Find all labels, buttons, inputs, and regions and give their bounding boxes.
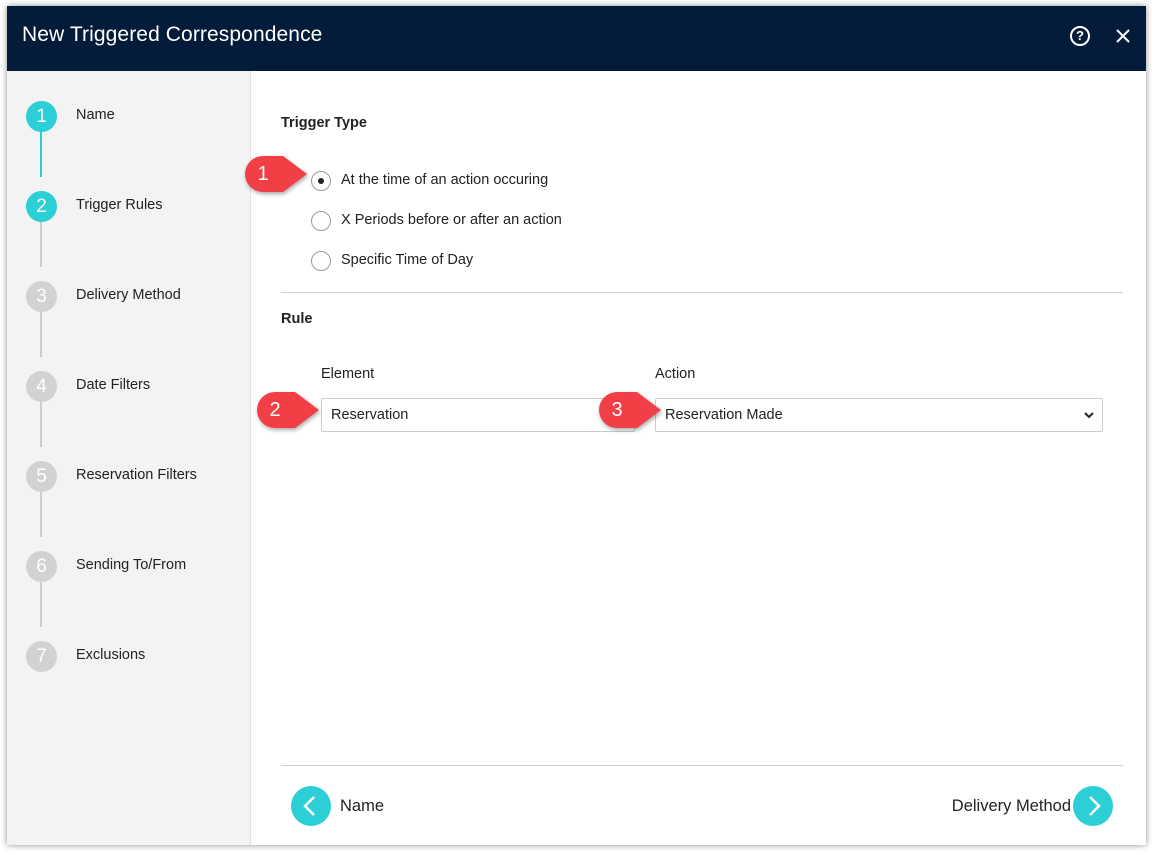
step-label: Sending To/From	[76, 557, 187, 573]
step-sending-to-from[interactable]: 6 Sending To/From	[26, 551, 246, 583]
step-number-badge: 5	[26, 461, 57, 492]
dialog-header: New Triggered Correspondence ?	[7, 6, 1146, 71]
wizard-steps-sidebar: 1 Name 2 Trigger Rules 3 Delivery Method…	[7, 71, 251, 845]
action-select-value: Reservation Made	[665, 407, 783, 423]
footer-divider	[281, 765, 1123, 766]
step-trigger-rules[interactable]: 2 Trigger Rules	[26, 191, 246, 223]
element-label: Element	[321, 366, 375, 382]
callout-number: 2	[269, 399, 281, 421]
new-triggered-correspondence-dialog: New Triggered Correspondence ? 1 Name 2 …	[7, 6, 1146, 845]
step-label: Exclusions	[76, 647, 146, 663]
radio-button[interactable]	[311, 171, 331, 191]
close-icon[interactable]	[1115, 28, 1131, 44]
callout-number: 1	[257, 163, 269, 185]
rule-heading: Rule	[281, 311, 313, 327]
step-date-filters[interactable]: 4 Date Filters	[26, 371, 246, 403]
trigger-type-heading: Trigger Type	[281, 115, 367, 131]
step-number-badge: 2	[26, 191, 57, 222]
step-label: Date Filters	[76, 377, 151, 393]
step-number-badge: 4	[26, 371, 57, 402]
step-number-badge: 3	[26, 281, 57, 312]
chevron-right-icon	[1089, 796, 1101, 816]
step-label: Reservation Filters	[76, 467, 197, 483]
radio-button[interactable]	[311, 211, 331, 231]
radio-label: At the time of an action occuring	[341, 172, 549, 188]
chevron-down-icon	[1084, 412, 1094, 419]
step-number-badge: 7	[26, 641, 57, 672]
callout-marker: 1	[243, 154, 309, 194]
radio-button[interactable]	[311, 251, 331, 271]
back-button-label[interactable]: Name	[340, 797, 384, 816]
help-circle-icon[interactable]: ?	[1070, 26, 1090, 46]
callout-number: 3	[611, 399, 623, 421]
action-label: Action	[655, 366, 696, 382]
step-delivery-method[interactable]: 3 Delivery Method	[26, 281, 246, 313]
callout-marker: 3	[597, 390, 663, 430]
step-exclusions[interactable]: 7 Exclusions	[26, 641, 246, 673]
step-label: Trigger Rules	[76, 197, 163, 213]
radio-label: X Periods before or after an action	[341, 212, 562, 228]
step-number-badge: 1	[26, 101, 57, 132]
trigger-rules-panel: Trigger Type At the time of an action oc…	[251, 71, 1146, 845]
step-number-badge: 6	[26, 551, 57, 582]
next-button-label[interactable]: Delivery Method	[952, 797, 1071, 816]
next-button[interactable]	[1073, 786, 1113, 826]
step-label: Name	[76, 107, 115, 123]
step-name[interactable]: 1 Name	[26, 101, 246, 133]
section-divider	[281, 292, 1123, 293]
action-select[interactable]: Reservation Made	[655, 398, 1103, 432]
dialog-title: New Triggered Correspondence	[22, 23, 323, 46]
back-button[interactable]	[291, 786, 331, 826]
chevron-left-icon	[303, 796, 315, 816]
callout-marker: 2	[255, 390, 321, 430]
element-field[interactable]: Reservation	[321, 398, 635, 432]
step-label: Delivery Method	[76, 287, 181, 303]
step-reservation-filters[interactable]: 5 Reservation Filters	[26, 461, 246, 493]
radio-label: Specific Time of Day	[341, 252, 474, 268]
